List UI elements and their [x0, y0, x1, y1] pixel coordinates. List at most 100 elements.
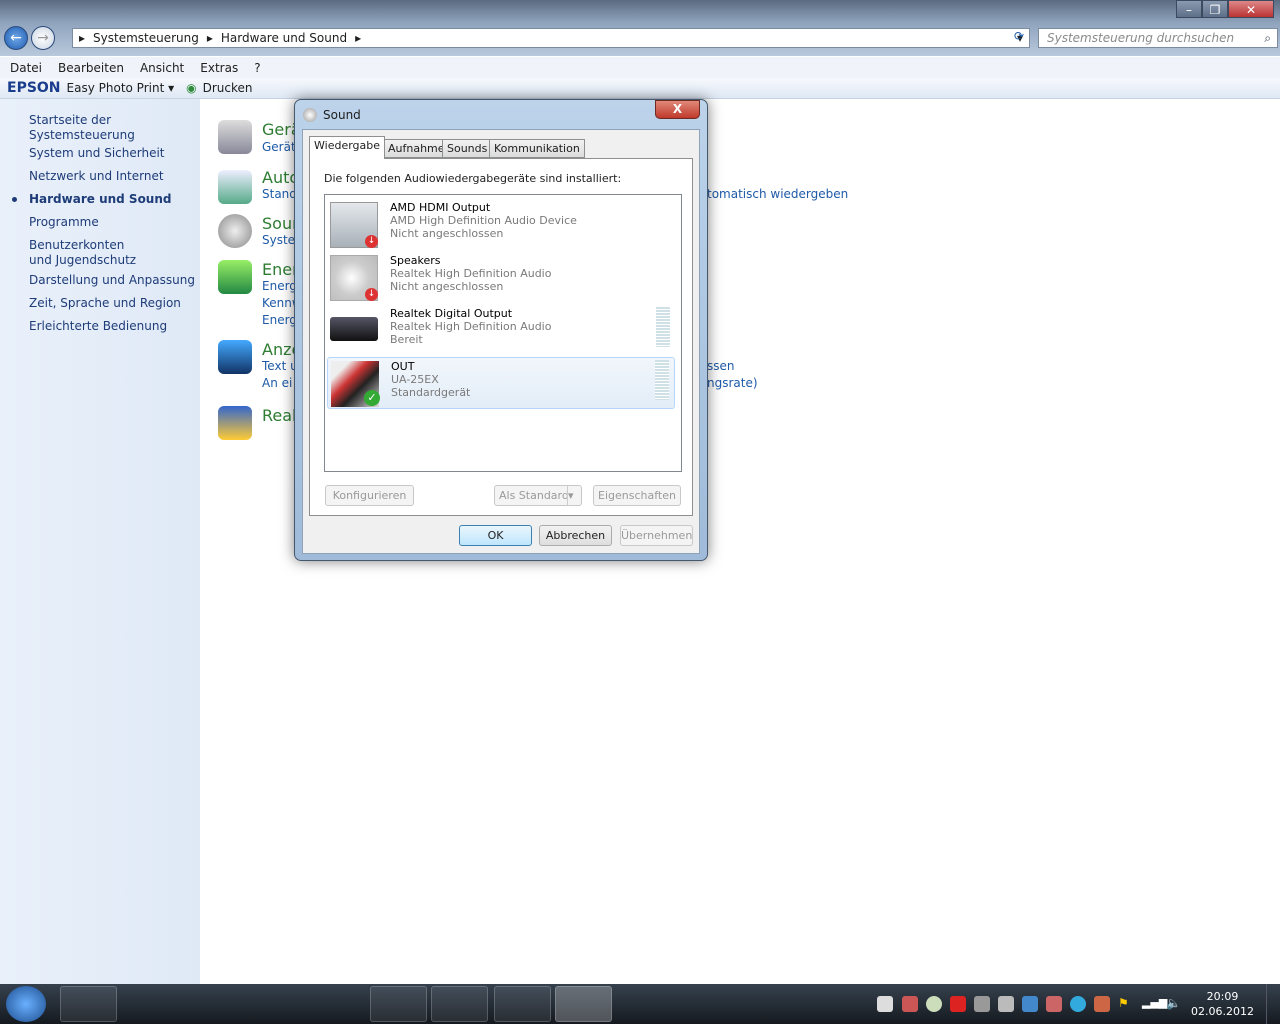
- sidebar-item-appearance[interactable]: Darstellung und Anpassung: [29, 273, 199, 288]
- ok-button[interactable]: OK: [459, 525, 532, 546]
- tab-panel: Die folgenden Audiowiedergabegeräte sind…: [309, 158, 693, 516]
- sidebar-item-programs[interactable]: Programme: [29, 215, 199, 230]
- sidebar-item-accessibility[interactable]: Erleichterte Bedienung: [29, 319, 199, 334]
- category-link[interactable]: Energ: [262, 313, 297, 327]
- taskbar-le-icon[interactable]: [370, 986, 427, 1022]
- epson-logo: EPSON: [7, 80, 61, 96]
- print-button[interactable]: Drucken: [203, 81, 253, 95]
- device-name: Speakers: [390, 254, 441, 267]
- sidebar-item-system[interactable]: System und Sicherheit: [29, 146, 199, 161]
- menu-ansicht[interactable]: Ansicht: [140, 61, 184, 75]
- clock[interactable]: 20:09 02.06.2012: [1191, 989, 1254, 1019]
- device-driver: Realtek High Definition Audio: [390, 320, 552, 333]
- category-link[interactable]: An ei: [262, 376, 292, 390]
- taskbar-media-player-icon[interactable]: [182, 986, 239, 1022]
- list-item[interactable]: Realtek Digital Output Realtek High Defi…: [327, 305, 675, 357]
- list-item[interactable]: ↓ Speakers Realtek High Definition Audio…: [327, 252, 675, 304]
- tab-sounds[interactable]: Sounds: [442, 139, 493, 158]
- tab-wiedergabe[interactable]: Wiedergabe: [309, 136, 386, 159]
- cancel-button[interactable]: Abbrechen: [539, 525, 612, 546]
- tray-app-icon[interactable]: [1046, 996, 1062, 1012]
- tab-kommunikation[interactable]: Kommunikation: [489, 139, 585, 158]
- minimize-button[interactable]: –: [1176, 0, 1202, 18]
- tray-red-icon[interactable]: [950, 996, 966, 1012]
- taskbar-app-icon[interactable]: [245, 986, 302, 1022]
- category-link[interactable]: Stand: [262, 187, 297, 201]
- tray-printer-icon[interactable]: [998, 996, 1014, 1012]
- action-center-flag-icon[interactable]: ⚑: [1118, 996, 1134, 1012]
- display-icon: [218, 340, 252, 374]
- taskbar-control-panel-icon[interactable]: [494, 986, 551, 1022]
- tray-a-icon[interactable]: [902, 996, 918, 1012]
- back-button[interactable]: ←: [4, 26, 28, 50]
- tab-aufnahme[interactable]: Aufnahme: [383, 139, 450, 158]
- device-status: Standardgerät: [391, 386, 471, 399]
- signal-icon[interactable]: ▂▄▆: [1142, 996, 1167, 1012]
- device-driver: Realtek High Definition Audio: [390, 267, 552, 280]
- display-link-fragment[interactable]: ngsrate): [707, 376, 758, 390]
- properties-button[interactable]: Eigenschaften: [593, 485, 681, 506]
- search-input[interactable]: Systemsteuerung durchsuchen ⌕: [1038, 28, 1278, 48]
- category-link[interactable]: Energ: [262, 279, 297, 293]
- dialog-close-button[interactable]: X: [655, 100, 700, 119]
- clock-time: 20:09: [1206, 990, 1239, 1003]
- sidebar-item-hardware-sound[interactable]: Hardware und Sound: [29, 192, 199, 207]
- refresh-icon[interactable]: ⟳: [1008, 29, 1030, 47]
- chevron-down-icon[interactable]: ▾: [567, 486, 581, 505]
- disconnected-icon: ↓: [365, 235, 378, 248]
- address-bar[interactable]: ▸ Systemsteuerung ▸ Hardware und Sound ▸…: [72, 28, 1030, 48]
- taskbar-explorer-icon[interactable]: [121, 986, 178, 1022]
- close-button[interactable]: ✕: [1228, 0, 1274, 18]
- menu-datei[interactable]: Datei: [10, 61, 42, 75]
- start-button[interactable]: [6, 986, 46, 1022]
- list-item-selected[interactable]: ✓ OUT UA-25EX Standardgerät: [327, 357, 675, 409]
- device-name: OUT: [391, 360, 415, 373]
- apply-button[interactable]: Übernehmen: [620, 525, 693, 546]
- volume-icon[interactable]: 🔈: [1166, 996, 1182, 1012]
- intro-text: Die folgenden Audiowiedergabegeräte sind…: [324, 172, 622, 185]
- sidebar-item-accounts[interactable]: Benutzerkonten und Jugendschutz: [29, 238, 149, 268]
- show-desktop-button[interactable]: [1266, 984, 1280, 1024]
- device-name: Realtek Digital Output: [390, 307, 513, 320]
- breadcrumb-hardware-sound[interactable]: Hardware und Sound: [221, 31, 347, 45]
- set-default-button[interactable]: Als Standard ▾: [494, 485, 582, 506]
- forward-button[interactable]: →: [31, 26, 55, 50]
- maximize-button[interactable]: ❐: [1202, 0, 1228, 18]
- category-link[interactable]: Gerät: [262, 140, 296, 154]
- menu-bearbeiten[interactable]: Bearbeiten: [58, 61, 124, 75]
- tray-speaker-icon[interactable]: [1094, 996, 1110, 1012]
- printer-icon: [218, 120, 252, 154]
- taskbar: ⚑ ▂▄▆ 🔈 20:09 02.06.2012: [0, 984, 1280, 1024]
- tray-eye-icon[interactable]: [926, 996, 942, 1012]
- menu-bar: Datei Bearbeiten Ansicht Extras ?: [0, 57, 1280, 78]
- category-title[interactable]: Real: [262, 406, 297, 425]
- autoplay-link-fragment[interactable]: tomatisch wiedergeben: [707, 187, 848, 201]
- volume-meter: [656, 307, 670, 347]
- window-titlebar: – ❐ ✕ ← → ▸ Systemsteuerung ▸ Hardware u…: [0, 0, 1280, 56]
- tray-app-icon[interactable]: [1070, 996, 1086, 1012]
- configure-button[interactable]: Konfigurieren: [325, 485, 414, 506]
- list-item[interactable]: ↓ AMD HDMI Output AMD High Definition Au…: [327, 199, 675, 251]
- breadcrumb-systemsteuerung[interactable]: Systemsteuerung: [93, 31, 199, 45]
- current-bullet-icon: [12, 197, 17, 202]
- display-link-fragment[interactable]: ssen: [707, 359, 735, 373]
- tray-network-icon[interactable]: [974, 996, 990, 1012]
- taskbar-paint-icon[interactable]: [307, 986, 364, 1022]
- sidebar-item-region[interactable]: Zeit, Sprache und Region: [29, 296, 199, 311]
- easy-photo-print-button[interactable]: Easy Photo Print ▾: [67, 81, 175, 95]
- tray-keyboard-icon[interactable]: [877, 996, 893, 1012]
- realtek-icon: [218, 406, 252, 440]
- category-link[interactable]: Text u: [262, 359, 298, 373]
- taskbar-internet-explorer-icon[interactable]: [60, 986, 117, 1022]
- battery-icon: [218, 260, 252, 294]
- sidebar-item-home[interactable]: Startseite der Systemsteuerung: [29, 113, 199, 143]
- clock-date: 02.06.2012: [1191, 1005, 1254, 1018]
- taskbar-palette-icon[interactable]: [431, 986, 488, 1022]
- folder-icon: ▸: [79, 31, 86, 45]
- tray-app-icon[interactable]: [1022, 996, 1038, 1012]
- sidebar-item-network[interactable]: Netzwerk und Internet: [29, 169, 199, 184]
- menu-help[interactable]: ?: [254, 61, 260, 75]
- taskbar-sound-icon[interactable]: [555, 986, 612, 1022]
- menu-extras[interactable]: Extras: [200, 61, 238, 75]
- device-list[interactable]: ↓ AMD HDMI Output AMD High Definition Au…: [324, 194, 682, 472]
